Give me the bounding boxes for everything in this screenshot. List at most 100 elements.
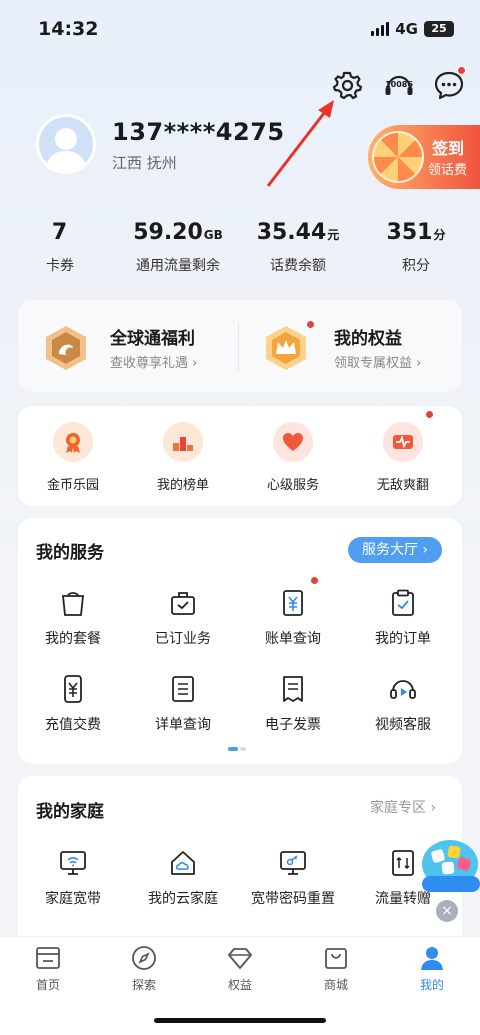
quick-item-heart-service[interactable]: 心级服务 (238, 422, 348, 493)
status-time: 14:32 (38, 18, 99, 40)
service-bill-query[interactable]: 账单查询 (238, 576, 348, 648)
family-cloud-home[interactable]: 我的云家庭 (128, 848, 238, 908)
service-recharge[interactable]: 充值交费 (18, 674, 128, 734)
quick-label: 我的榜单 (156, 478, 209, 493)
service-label: 详单查询 (155, 717, 211, 733)
signal-icon (371, 22, 390, 36)
key-monitor-icon (278, 848, 308, 878)
service-my-plan[interactable]: 我的套餐 (18, 588, 128, 648)
pulse-card-icon (383, 422, 423, 462)
service-my-orders[interactable]: 我的订单 (348, 588, 458, 648)
shopping-bag-icon (322, 944, 350, 972)
stat-label: 话费余额 (270, 258, 326, 274)
headset-video-icon (388, 674, 418, 704)
services-title: 我的服务 (36, 543, 104, 563)
checkin-title: 签到 (432, 139, 465, 158)
tab-mall[interactable]: 商城 (288, 944, 384, 993)
clipboard-check-icon (388, 588, 418, 618)
service-label: 充值交费 (45, 717, 101, 733)
list-document-icon (168, 674, 198, 704)
page-indicator (228, 747, 246, 751)
tab-mine[interactable]: 我的 (384, 944, 480, 993)
podium-icon (163, 422, 203, 462)
cloud-home-icon (168, 848, 198, 878)
phone-number: 137****4275 (112, 118, 285, 146)
bag-icon (58, 588, 88, 618)
diamond-icon (226, 944, 254, 972)
avatar[interactable] (36, 114, 96, 174)
invoice-icon (278, 674, 308, 704)
family-label: 宽带密码重置 (251, 891, 335, 907)
unread-dot (457, 66, 466, 75)
location: 江西 抚州 (112, 154, 177, 172)
heart-icon (273, 422, 313, 462)
status-indicators: 4G 25 (371, 20, 454, 38)
tab-label: 权益 (227, 978, 252, 992)
stat-balance[interactable]: 35.44 元 话费余额 (238, 220, 358, 275)
family-label: 家庭宽带 (45, 891, 101, 907)
benefit-title: 我的权益 (334, 329, 402, 349)
quick-item-invincible[interactable]: 无敌爽翻 (348, 410, 458, 493)
stat-coupons[interactable]: 7 卡券 (0, 220, 120, 275)
stat-data[interactable]: 59.20 GB 通用流量剩余 (118, 220, 238, 275)
benefit-subtitle: 查收尊享礼遇 › (110, 356, 198, 371)
phone-yuan-icon (58, 674, 88, 704)
service-video-support[interactable]: 视频客服 (348, 674, 458, 734)
service-label: 账单查询 (265, 631, 321, 647)
bill-icon (278, 588, 308, 618)
tab-label: 首页 (35, 978, 60, 992)
service-e-invoice[interactable]: 电子发票 (238, 674, 348, 734)
home-icon (34, 944, 62, 972)
service-detail-query[interactable]: 详单查询 (128, 674, 238, 734)
stat-unit: 元 (327, 228, 340, 242)
family-title: 我的家庭 (36, 802, 104, 822)
notification-dot (306, 320, 315, 329)
service-label: 视频客服 (375, 717, 431, 733)
user-icon (418, 944, 446, 972)
tab-label: 探索 (131, 978, 156, 992)
tab-home[interactable]: 首页 (0, 944, 96, 993)
benefit-title: 全球通福利 (110, 329, 195, 349)
quick-item-ranking[interactable]: 我的榜单 (128, 422, 238, 493)
service-subscribed[interactable]: 已订业务 (128, 588, 238, 648)
service-label: 已订业务 (155, 631, 211, 647)
stat-value: 351 (386, 220, 433, 245)
tab-benefits[interactable]: 权益 (192, 944, 288, 993)
hotline-number: 10086 (385, 80, 413, 89)
stat-value: 7 (51, 220, 68, 245)
medal-icon (53, 422, 93, 462)
service-hall-button[interactable]: 服务大厅 › (348, 537, 442, 563)
tab-explore[interactable]: 探索 (96, 944, 192, 993)
checkin-banner[interactable]: 签到 领话费 (368, 125, 480, 189)
compass-icon (130, 944, 158, 972)
tab-label: 商城 (323, 978, 348, 992)
service-label: 电子发票 (265, 717, 321, 733)
my-rights[interactable]: 我的权益 领取专属权益 › (258, 320, 454, 374)
crown-icon (262, 324, 310, 372)
family-zone-link[interactable]: 家庭专区 › (370, 797, 436, 817)
divider (238, 322, 239, 372)
stat-points[interactable]: 351 分 积分 (356, 220, 476, 275)
family-label: 我的云家庭 (148, 891, 218, 907)
network-type: 4G (395, 20, 418, 38)
stat-unit: GB (203, 228, 223, 242)
close-icon[interactable]: × (436, 900, 458, 922)
stat-label: 通用流量剩余 (136, 258, 220, 274)
quick-label: 心级服务 (266, 478, 319, 493)
notification-dot (425, 410, 434, 419)
floating-game-widget[interactable] (416, 836, 480, 898)
hotline-10086-icon[interactable]: 10086 (382, 68, 416, 102)
checkin-subtitle: 领话费 (428, 163, 468, 178)
wifi-monitor-icon (58, 848, 88, 878)
chat-icon[interactable] (432, 66, 466, 102)
service-label: 我的订单 (375, 631, 431, 647)
lucky-wheel-icon (372, 131, 424, 183)
family-broadband[interactable]: 家庭宽带 (18, 848, 128, 908)
stat-label: 卡券 (46, 258, 74, 274)
briefcase-check-icon (168, 588, 198, 618)
quick-label: 无敌爽翻 (376, 478, 429, 493)
family-password-reset[interactable]: 宽带密码重置 (238, 848, 348, 908)
global-benefit[interactable]: 全球通福利 查收尊享礼遇 › (38, 322, 228, 374)
quick-item-coin-park[interactable]: 金币乐园 (18, 422, 128, 493)
service-label: 我的套餐 (45, 631, 101, 647)
